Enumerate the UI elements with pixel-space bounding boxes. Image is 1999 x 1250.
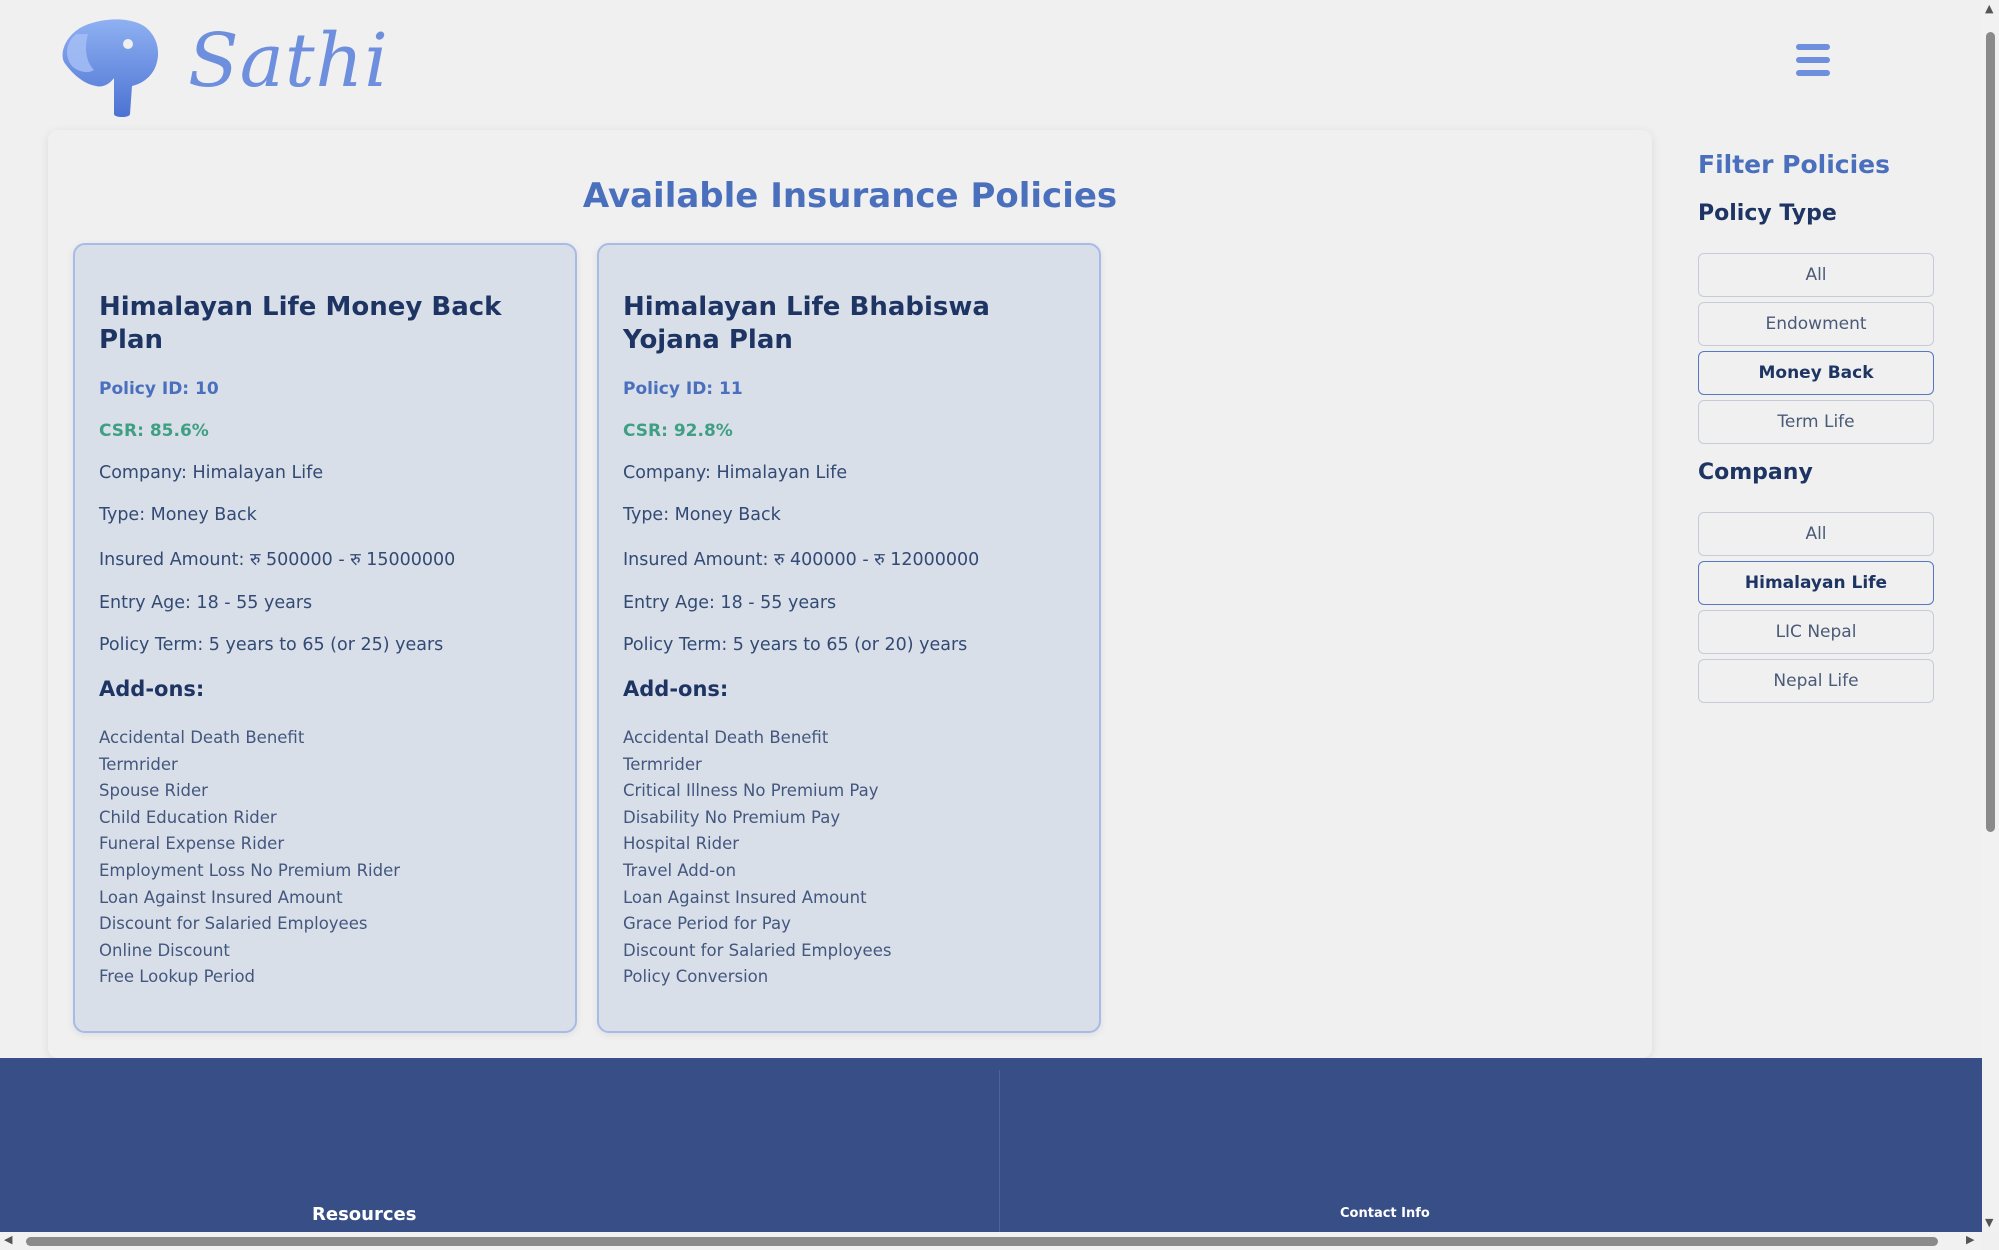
logo[interactable]: Sathi (58, 14, 388, 118)
addon-item: Spouse Rider (99, 781, 208, 801)
scroll-down-arrow-icon[interactable]: ▼ (1985, 1216, 1993, 1229)
policy-name: Himalayan Life Bhabiswa Yojana Plan (623, 292, 990, 355)
filter-company-all[interactable]: All (1698, 512, 1934, 556)
policy-insured-amount: Insured Amount: रु 500000 - रु 15000000 (99, 550, 456, 570)
horizontal-scrollbar-thumb[interactable] (26, 1237, 1938, 1246)
filter-type-term-life[interactable]: Term Life (1698, 400, 1934, 444)
scroll-right-arrow-icon[interactable]: ▶ (1966, 1233, 1974, 1246)
policy-entry-age: Entry Age: 18 - 55 years (99, 593, 313, 613)
addon-item: Policy Conversion (623, 967, 769, 987)
filter-company-himalayan-life[interactable]: Himalayan Life (1698, 561, 1934, 605)
policy-company: Company: Himalayan Life (623, 463, 848, 483)
addon-item: Termrider (99, 754, 178, 774)
addons-list: Accidental Death Benefit Termrider Spous… (99, 725, 551, 991)
addon-item: Discount for Salaried Employees (623, 940, 892, 960)
vertical-scrollbar-thumb[interactable] (1986, 32, 1995, 832)
footer-divider (999, 1070, 1000, 1232)
addon-item: Loan Against Insured Amount (99, 887, 343, 907)
vertical-scrollbar[interactable]: ▲ ▼ (1982, 0, 1999, 1232)
hamburger-icon (1796, 44, 1830, 50)
addons-list: Accidental Death Benefit Termrider Criti… (623, 725, 1075, 991)
page-title: Available Insurance Policies (582, 176, 1118, 216)
header: Sathi (0, 0, 1982, 128)
policy-insured-amount: Insured Amount: रु 400000 - रु 12000000 (623, 550, 980, 570)
addon-item: Accidental Death Benefit (623, 728, 829, 747)
addon-item: Employment Loss No Premium Rider (99, 860, 401, 880)
policy-card[interactable]: Himalayan Life Bhabiswa Yojana Plan Poli… (597, 243, 1101, 1033)
menu-button[interactable] (1796, 44, 1830, 80)
filter-company-lic-nepal[interactable]: LIC Nepal (1698, 610, 1934, 654)
scroll-left-arrow-icon[interactable]: ◀ (4, 1233, 12, 1246)
policy-type: Type: Money Back (623, 505, 781, 525)
footer-resources-heading: Resources (312, 1204, 417, 1225)
addon-item: Accidental Death Benefit (99, 728, 305, 747)
addon-item: Loan Against Insured Amount (623, 887, 867, 907)
addons-heading: Add-ons: (99, 677, 205, 701)
policy-type: Type: Money Back (99, 505, 257, 525)
policy-term: Policy Term: 5 years to 65 (or 25) years (99, 635, 444, 655)
footer-contact-heading: Contact Info (1340, 1206, 1430, 1221)
filter-company-nepal-life[interactable]: Nepal Life (1698, 659, 1934, 703)
policy-id: Policy ID: 11 (623, 379, 743, 399)
horizontal-scrollbar[interactable]: ◀ ▶ (0, 1232, 1982, 1250)
policy-name: Himalayan Life Money Back Plan (99, 292, 502, 355)
addon-item: Hospital Rider (623, 834, 740, 854)
filter-type-all[interactable]: All (1698, 253, 1934, 297)
addon-item: Free Lookup Period (99, 967, 256, 987)
elephant-logo-icon (62, 19, 159, 117)
addon-item: Online Discount (99, 940, 230, 960)
policy-entry-age: Entry Age: 18 - 55 years (623, 593, 837, 613)
policy-term: Policy Term: 5 years to 65 (or 20) years (623, 635, 968, 655)
filter-type-endowment[interactable]: Endowment (1698, 302, 1934, 346)
filter-type-money-back[interactable]: Money Back (1698, 351, 1934, 395)
policy-company: Company: Himalayan Life (99, 463, 324, 483)
filter-title: Filter Policies (1698, 150, 1891, 179)
scroll-up-arrow-icon[interactable]: ▲ (1985, 2, 1993, 15)
addon-item: Discount for Salaried Employees (99, 914, 368, 934)
logo-text: Sathi (188, 18, 389, 104)
policy-csr: CSR: 92.8% (623, 421, 733, 441)
addon-item: Critical Illness No Premium Pay (623, 781, 879, 801)
policy-card[interactable]: Himalayan Life Money Back Plan Policy ID… (73, 243, 577, 1033)
company-heading: Company (1698, 460, 1813, 485)
addon-item: Grace Period for Pay (623, 914, 791, 934)
addon-item: Travel Add-on (623, 860, 737, 880)
policies-panel: Available Insurance Policies Himalayan L… (48, 130, 1652, 1058)
filter-sidebar: Filter Policies Policy Type All Endowmen… (1698, 150, 1934, 708)
addon-item: Child Education Rider (99, 807, 277, 827)
addon-item: Funeral Expense Rider (99, 834, 285, 854)
footer: Resources Contact Info (0, 1058, 1982, 1232)
addons-heading: Add-ons: (623, 677, 729, 701)
policy-id: Policy ID: 10 (99, 379, 219, 399)
addon-item: Disability No Premium Pay (623, 807, 841, 827)
addon-item: Termrider (623, 754, 702, 774)
policy-type-heading: Policy Type (1698, 201, 1837, 226)
policy-csr: CSR: 85.6% (99, 421, 209, 441)
